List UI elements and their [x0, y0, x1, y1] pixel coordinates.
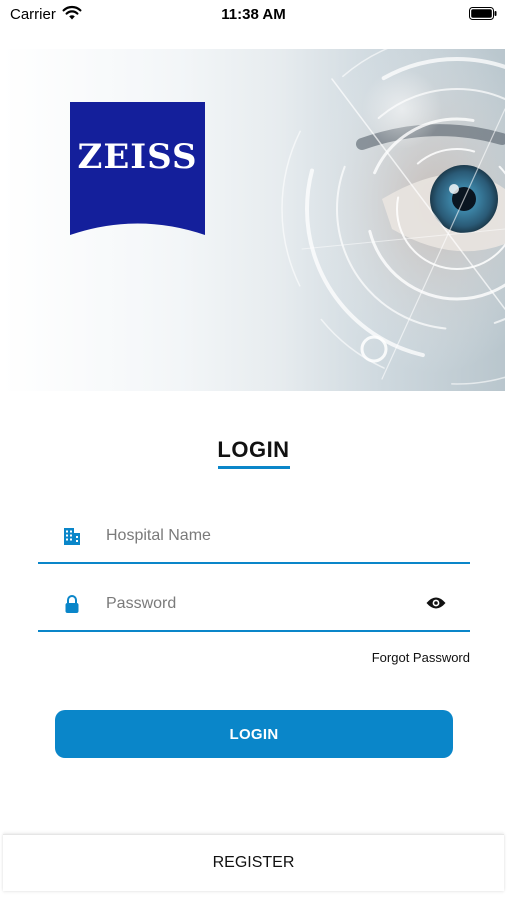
- battery-icon: [469, 7, 497, 20]
- page-title: LOGIN: [217, 437, 290, 462]
- password-field: [38, 582, 470, 632]
- hospital-name-input[interactable]: [106, 520, 406, 552]
- register-button[interactable]: REGISTER: [3, 834, 504, 891]
- status-bar: Carrier 11:38 AM: [0, 0, 507, 28]
- building-icon: [64, 528, 80, 545]
- svg-text:ZEISS: ZEISS: [78, 137, 198, 177]
- password-input[interactable]: [106, 588, 406, 620]
- eye-icon[interactable]: [426, 596, 446, 610]
- lock-icon: [65, 595, 79, 613]
- title-underline: [218, 466, 290, 469]
- login-button[interactable]: LOGIN: [55, 710, 453, 758]
- forgot-password-link[interactable]: Forgot Password: [372, 650, 470, 665]
- hospital-name-field: [38, 514, 470, 564]
- zeiss-logo: ZEISS: [70, 102, 205, 235]
- clock: 11:38 AM: [221, 6, 286, 23]
- hero-banner: ZEISS: [2, 49, 505, 391]
